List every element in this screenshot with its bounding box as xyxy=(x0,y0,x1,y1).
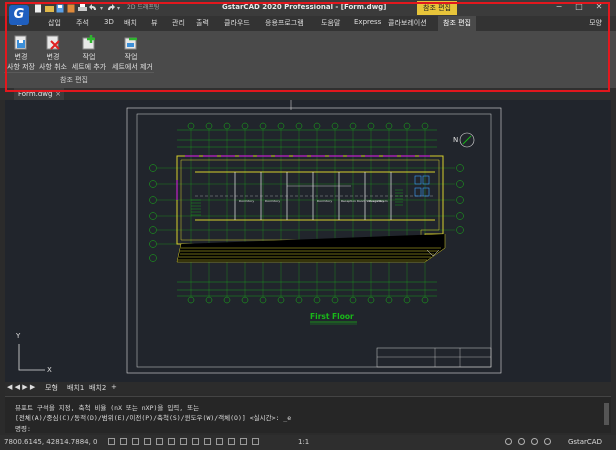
ucs-icon xyxy=(18,344,45,371)
lock-icon[interactable] xyxy=(518,438,525,445)
quick-access-toolbar: ▾ ▾ 2D 드래프팅 xyxy=(34,3,207,13)
status-toggles xyxy=(108,438,259,445)
tab-help[interactable]: 도움말 xyxy=(321,18,340,28)
context-tab-header: 참조 편집 xyxy=(417,1,457,15)
save-icon[interactable] xyxy=(56,4,64,13)
print-icon[interactable] xyxy=(78,3,87,13)
layout-nav-arrows[interactable]: ◀ ◀ ▶ ▶ xyxy=(7,383,35,391)
tab-output[interactable]: 출력 xyxy=(196,18,209,28)
viewport-icon[interactable] xyxy=(252,438,259,445)
close-icon[interactable]: ✕ xyxy=(594,2,604,12)
notification-icon[interactable] xyxy=(531,438,538,445)
command-history-line: [전체(A)/중심(C)/동적(D)/범위(E)/이전(P)/축척(S)/윈도우… xyxy=(15,414,292,422)
close-tab-icon[interactable]: × xyxy=(55,88,61,100)
ucs-x-label: X xyxy=(47,366,52,374)
transparency-icon[interactable] xyxy=(192,438,199,445)
tab-layout1[interactable]: 배치1 xyxy=(67,383,84,393)
remove-from-working-set-icon xyxy=(123,34,139,50)
tab-layout2[interactable]: 배치2 xyxy=(89,383,106,393)
tab-insert[interactable]: 삽입 xyxy=(48,18,61,28)
save-as-icon[interactable] xyxy=(67,4,75,13)
room-label: Dormitory xyxy=(239,199,255,203)
undo-icon[interactable] xyxy=(89,3,97,13)
annotation-icon[interactable] xyxy=(228,438,235,445)
window-buttons: − □ ✕ xyxy=(554,2,604,12)
north-label: N xyxy=(453,136,459,144)
room-label: Dormitory xyxy=(369,199,385,203)
document-tab-bar: Form.dwg × xyxy=(0,88,616,100)
workspace-icon[interactable] xyxy=(240,438,247,445)
tab-refedit[interactable]: 참조 편집 xyxy=(438,16,476,31)
app-title: GstarCAD 2020 Professional - [Form.dwg] xyxy=(222,3,387,11)
document-tab[interactable]: Form.dwg × xyxy=(14,88,64,100)
app-window: G ▾ ▾ 2D 드래프팅 GstarCAD 2020 Professional… xyxy=(0,0,616,450)
add-to-working-set-button[interactable]: 작업 세트에 추가 xyxy=(70,34,108,72)
panel-label: 참조 편집 xyxy=(60,76,88,84)
maximize-icon[interactable]: □ xyxy=(574,2,584,12)
document-tab-label: Form.dwg xyxy=(18,90,53,98)
command-history-line: 뷰포트 구석을 지정, 축척 비율 (nX 또는 nXP)을 입력, 또는 xyxy=(15,404,200,412)
drawing-title: First Floor xyxy=(310,312,354,321)
add-to-working-set-icon xyxy=(81,34,97,50)
layout-tab-bar: ◀ ◀ ▶ ▶ 모형 배치1 배치2 + xyxy=(5,382,611,394)
room-label: Dormitory xyxy=(265,199,281,203)
tab-express[interactable]: Express xyxy=(354,18,381,26)
discard-changes-button[interactable]: 변경 사항 취소 xyxy=(34,34,72,72)
tab-3d[interactable]: 3D xyxy=(104,18,114,26)
ortho-icon[interactable] xyxy=(132,438,139,445)
selection-cycling-icon[interactable] xyxy=(204,438,211,445)
dynamic-input-icon[interactable] xyxy=(216,438,223,445)
coordinate-readout: 7800.6145, 42814.7884, 0 xyxy=(4,438,98,446)
north-arrow xyxy=(459,132,475,148)
remove-from-working-set-button[interactable]: 작업 세트에서 제거 xyxy=(112,34,153,72)
undo-dropdown-icon[interactable]: ▾ xyxy=(100,5,103,12)
grid-icon[interactable] xyxy=(108,438,115,445)
add-layout-button[interactable]: + xyxy=(111,383,117,391)
ribbon-panel: 변경 사항 저장 변경 사항 취소 작업 세트에 추가 작업 세트에서 제거 참… xyxy=(0,31,616,88)
lineweight-icon[interactable] xyxy=(180,438,187,445)
tab-annotate[interactable]: 주석 xyxy=(76,18,89,28)
ribbon-tabs: 홈 삽입 주석 3D 배치 뷰 관리 출력 클라우드 응용프로그램 도움말 Ex… xyxy=(0,16,616,31)
drawing-canvas[interactable]: First Floor N Dormitory Dormitory Dormit… xyxy=(5,100,611,382)
redo-dropdown-icon[interactable]: ▾ xyxy=(117,5,120,12)
cad-drawing xyxy=(18,100,502,374)
gstarcad-logo[interactable]: G xyxy=(9,5,29,25)
open-folder-icon[interactable] xyxy=(45,4,54,13)
snap-icon[interactable] xyxy=(120,438,127,445)
tab-model[interactable]: 모형 xyxy=(45,383,58,393)
appearance-menu[interactable]: 모양 xyxy=(589,18,602,28)
minimize-icon[interactable]: − xyxy=(554,2,564,12)
annotation-scale[interactable]: 1:1 xyxy=(298,438,309,446)
tab-view[interactable]: 뷰 xyxy=(151,18,157,28)
cleanscreen-icon[interactable] xyxy=(544,438,551,445)
discard-changes-icon xyxy=(45,34,61,50)
workspace-selector[interactable]: 2D 드래프팅 xyxy=(127,3,207,13)
otrack-icon[interactable] xyxy=(168,438,175,445)
tab-collaboration[interactable]: 콜라보레이션 xyxy=(388,18,427,28)
ucs-y-label: Y xyxy=(16,332,21,340)
osnap-icon[interactable] xyxy=(156,438,163,445)
tab-cloud[interactable]: 클라우드 xyxy=(224,18,250,28)
save-changes-icon xyxy=(13,34,29,50)
command-prompt[interactable]: 명령: xyxy=(15,423,31,433)
tab-manage[interactable]: 관리 xyxy=(172,18,185,28)
polar-icon[interactable] xyxy=(144,438,151,445)
command-scrollbar[interactable] xyxy=(604,403,609,425)
app-name-status: GstarCAD xyxy=(567,438,602,446)
status-bar: 7800.6145, 42814.7884, 0 1:1 GstarCAD xyxy=(0,435,616,450)
title-bar: G ▾ ▾ 2D 드래프팅 GstarCAD 2020 Professional… xyxy=(0,0,616,25)
new-file-icon[interactable] xyxy=(34,4,42,13)
command-window: 뷰포트 구석을 지정, 축척 비율 (nX 또는 nXP)을 입력, 또는 [전… xyxy=(5,396,611,433)
panel-divider xyxy=(4,72,154,73)
status-right-icons xyxy=(505,438,551,445)
tab-apps[interactable]: 응용프로그램 xyxy=(265,18,304,28)
settings-icon[interactable] xyxy=(505,438,512,445)
tab-layout[interactable]: 배치 xyxy=(124,18,137,28)
room-label: Dormitory xyxy=(317,199,333,203)
redo-icon[interactable] xyxy=(106,3,116,13)
